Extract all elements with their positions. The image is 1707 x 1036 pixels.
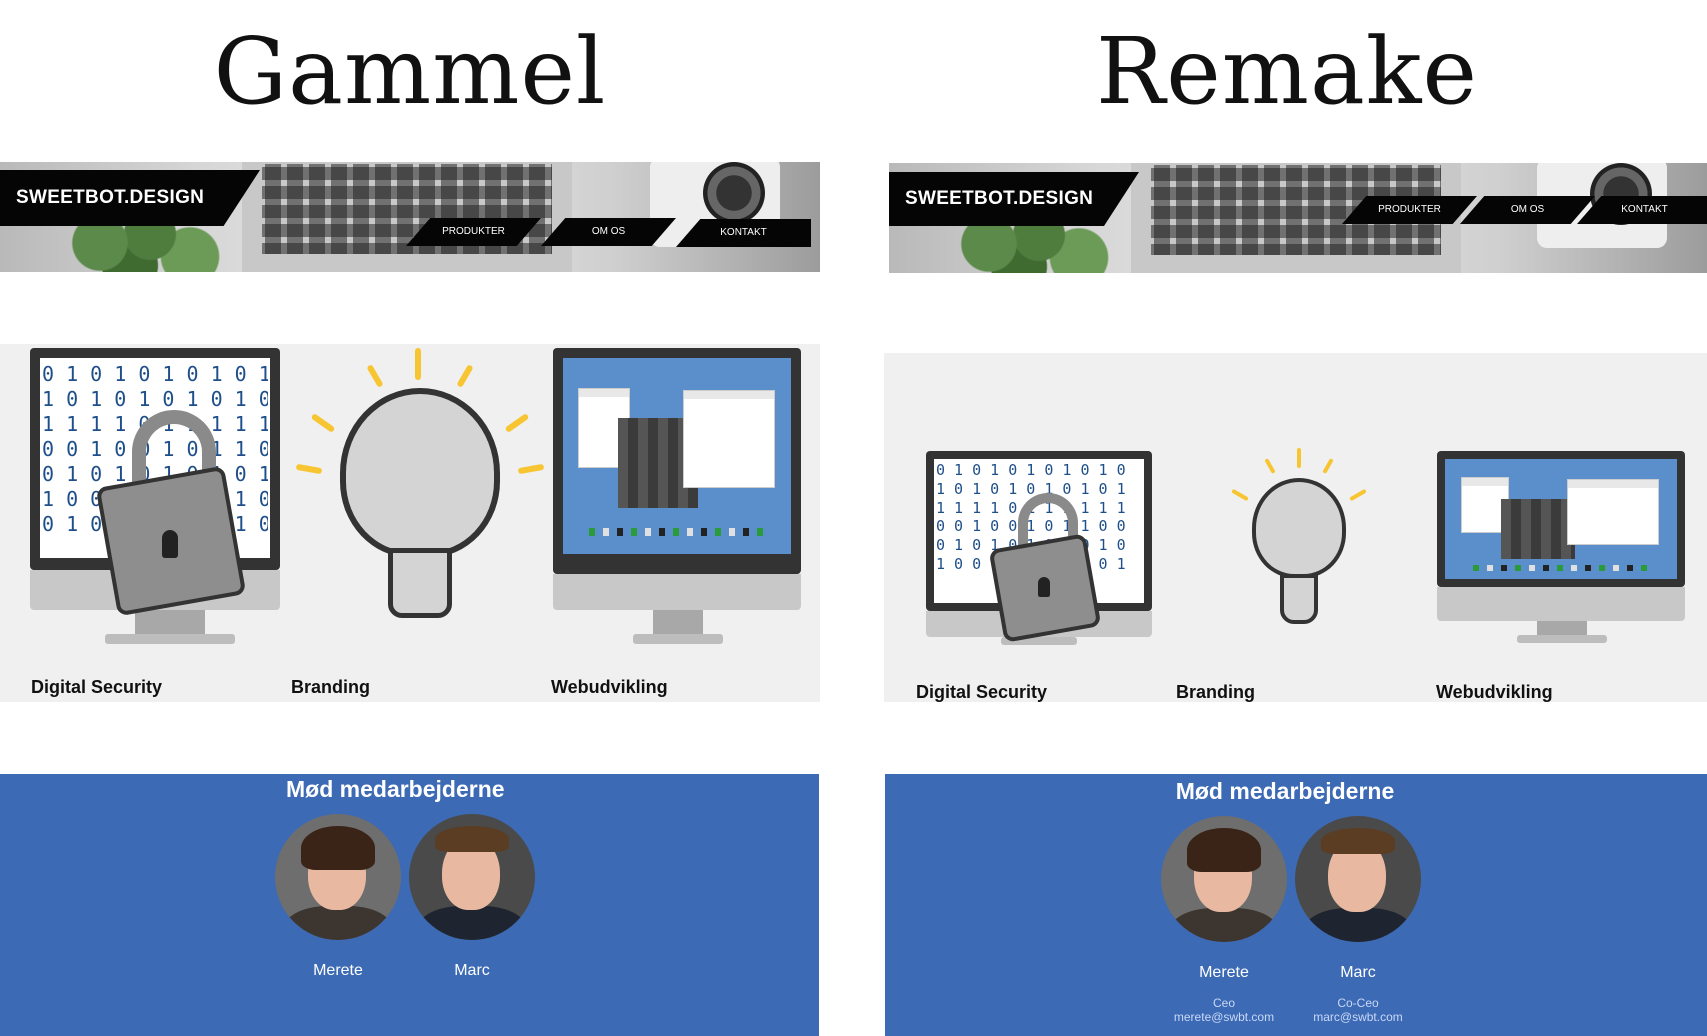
old-team-section: Mød medarbejderne Merete Marc	[0, 774, 819, 1036]
heading-old: Gammel	[213, 18, 607, 125]
member-name: Merete	[1199, 964, 1249, 981]
member-email-link[interactable]: merete@swbt.com	[1159, 1010, 1289, 1024]
service-label-branding: Branding	[291, 677, 370, 697]
remake-services-section: 0 1 0 1 0 1 0 1 0 1 0 1 0 1 0 1 0 1 0 1 …	[884, 353, 1707, 702]
remake-team-section: Mød medarbejderne Merete Ceo merete@swbt…	[885, 774, 1707, 1036]
team-title: Mød medarbejderne	[1175, 778, 1395, 804]
service-label-security: Digital Security	[916, 682, 1048, 702]
heading-remake: Remake	[1096, 18, 1478, 125]
padlock-icon: 0 1 0 1 0 1 0 1 0 1 0 1 0 1 0 1 0 1 0 1 …	[30, 348, 280, 648]
member-role: Co-Ceo	[1337, 996, 1379, 1010]
old-header-banner: SWEETBOT.DESIGN PRODUKTER OM OS KONTAKT	[0, 162, 820, 272]
member-name: Merete	[313, 962, 363, 979]
padlock-icon: 0 1 0 1 0 1 0 1 0 1 0 1 0 1 0 1 0 1 0 1 …	[926, 451, 1152, 651]
old-services-section: 0 1 0 1 0 1 0 1 0 1 0 1 0 1 0 1 0 1 0 1 …	[0, 344, 820, 702]
avatar	[1161, 816, 1287, 942]
member-card: Merete	[273, 814, 403, 980]
desktop-monitor-icon	[1437, 451, 1685, 651]
site-logo[interactable]: SWEETBOT.DESIGN	[0, 170, 260, 226]
desktop-monitor-icon	[553, 348, 801, 648]
member-name: Marc	[454, 962, 490, 979]
avatar	[409, 814, 535, 940]
service-label-branding: Branding	[1176, 682, 1255, 702]
member-role: Ceo	[1212, 996, 1235, 1010]
service-label-web: Webudvikling	[1436, 682, 1553, 702]
service-label-web: Webudvikling	[551, 677, 668, 697]
service-label-security: Digital Security	[31, 677, 163, 697]
site-logo[interactable]: SWEETBOT.DESIGN	[889, 172, 1139, 226]
member-card: Marc	[407, 814, 537, 980]
remake-header-banner: SWEETBOT.DESIGN PRODUKTER OM OS KONTAKT	[889, 163, 1707, 273]
avatar	[275, 814, 401, 940]
member-card: Marc Co-Ceo marc@swbt.com	[1293, 816, 1423, 1024]
member-email-link[interactable]: marc@swbt.com	[1293, 1010, 1423, 1024]
lightbulb-icon	[295, 348, 545, 648]
avatar	[1295, 816, 1421, 942]
member-card: Merete Ceo merete@swbt.com	[1159, 816, 1289, 1024]
team-title: Mød medarbejderne	[286, 776, 505, 802]
lightbulb-icon	[1224, 448, 1374, 648]
member-name: Marc	[1340, 964, 1376, 981]
laptop-photo	[242, 162, 572, 272]
